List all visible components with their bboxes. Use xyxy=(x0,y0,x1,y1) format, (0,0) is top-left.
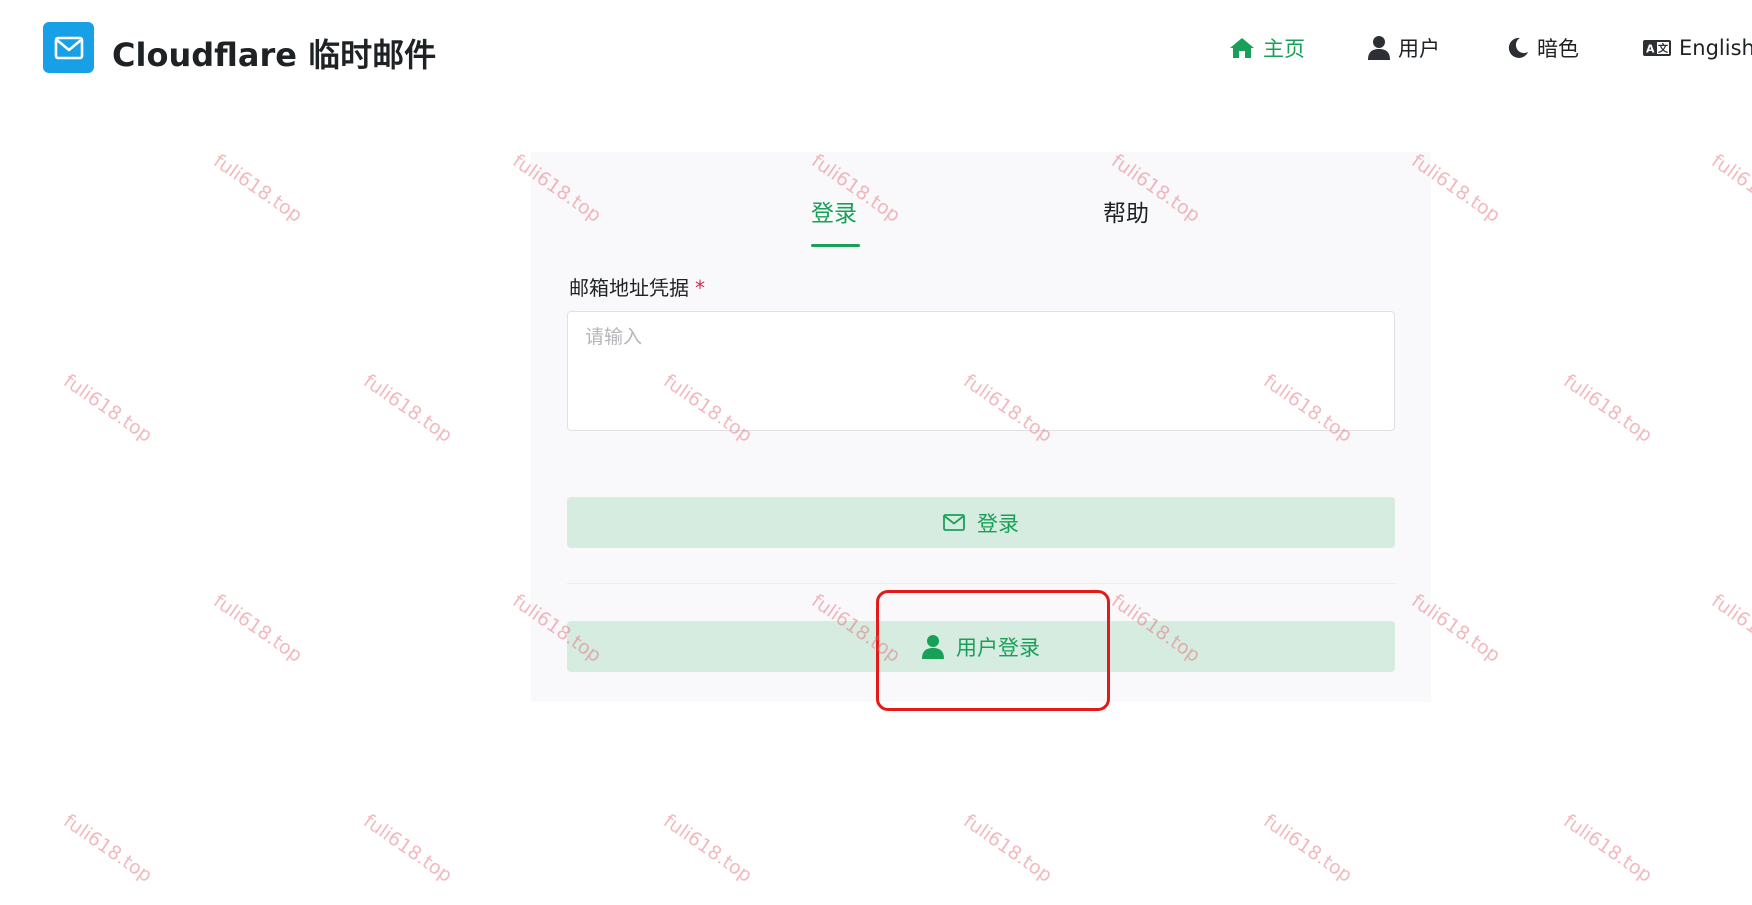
mail-icon xyxy=(943,514,965,531)
required-mark: * xyxy=(695,276,705,300)
moon-icon xyxy=(1508,37,1528,58)
user-login-button[interactable]: 用户登录 xyxy=(567,621,1395,672)
watermark: fuli618.top xyxy=(209,150,307,227)
watermark: fuli618.top xyxy=(1259,810,1357,887)
watermark: fuli618.top xyxy=(1559,810,1657,887)
nav-dark-label: 暗色 xyxy=(1537,37,1579,61)
translate-icon: A 文 xyxy=(1643,40,1671,56)
app-title: Cloudflare 临时邮件 xyxy=(112,36,437,74)
watermark: fuli618.top xyxy=(59,370,157,447)
watermark: fuli618.top xyxy=(1707,590,1752,667)
logo[interactable] xyxy=(43,22,94,73)
nav-home-label: 主页 xyxy=(1263,37,1305,61)
watermark: fuli618.top xyxy=(959,810,1057,887)
watermark: fuli618.top xyxy=(1707,150,1752,227)
mail-icon xyxy=(54,36,83,59)
watermark: fuli618.top xyxy=(209,590,307,667)
user-icon xyxy=(1368,36,1390,60)
watermark: fuli618.top xyxy=(1559,370,1657,447)
login-button[interactable]: 登录 xyxy=(567,497,1395,548)
tab-active-indicator xyxy=(811,244,860,247)
nav-home[interactable]: 主页 xyxy=(1229,30,1305,66)
page-root: Cloudflare 临时邮件 主页 用户 暗色 A 文 English 登录 … xyxy=(0,0,1752,905)
login-button-label: 登录 xyxy=(977,511,1019,536)
watermark: fuli618.top xyxy=(359,810,457,887)
watermark: fuli618.top xyxy=(359,370,457,447)
tab-login[interactable]: 登录 xyxy=(811,194,857,228)
watermark: fuli618.top xyxy=(659,810,757,887)
email-credential-label-text: 邮箱地址凭据 xyxy=(569,276,689,300)
email-credential-input[interactable] xyxy=(567,311,1395,431)
divider xyxy=(567,583,1395,584)
nav-user-label: 用户 xyxy=(1398,37,1440,61)
nav-language[interactable]: A 文 English xyxy=(1643,30,1752,66)
user-login-button-label: 用户登录 xyxy=(956,635,1040,660)
email-credential-label: 邮箱地址凭据 * xyxy=(569,272,705,301)
home-icon xyxy=(1230,38,1254,58)
svg-text:文: 文 xyxy=(1658,42,1669,55)
watermark: fuli618.top xyxy=(59,810,157,887)
user-icon xyxy=(922,634,944,659)
svg-text:A: A xyxy=(1646,43,1655,56)
tab-help[interactable]: 帮助 xyxy=(1103,194,1149,228)
nav-dark-mode[interactable]: 暗色 xyxy=(1507,30,1579,66)
login-card: 登录 帮助 邮箱地址凭据* 登录 用户登录 xyxy=(531,152,1431,702)
header: Cloudflare 临时邮件 主页 用户 暗色 A 文 English xyxy=(0,0,1752,96)
nav-lang-label: English xyxy=(1679,36,1752,60)
nav-user[interactable]: 用户 xyxy=(1368,30,1440,66)
